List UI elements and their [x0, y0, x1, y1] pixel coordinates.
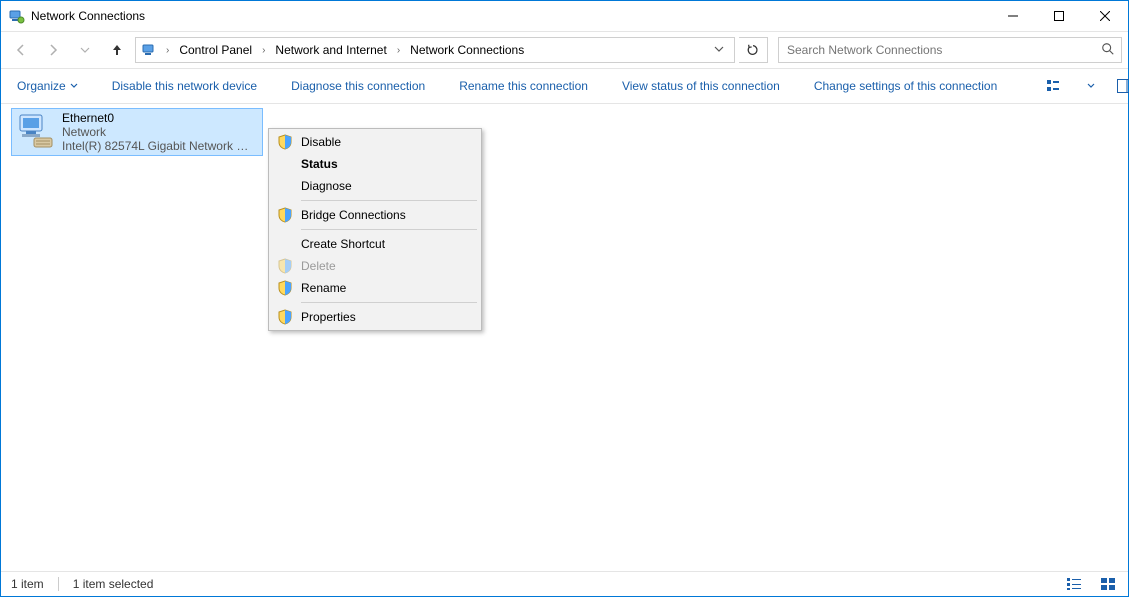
- refresh-button[interactable]: [739, 37, 768, 63]
- search-box[interactable]: [778, 37, 1122, 63]
- large-icons-view-button[interactable]: [1098, 575, 1118, 593]
- recent-dropdown[interactable]: [71, 36, 99, 64]
- adapter-text: Ethernet0 Network Intel(R) 82574L Gigabi…: [62, 111, 252, 153]
- shield-icon: [277, 207, 293, 223]
- organize-label: Organize: [17, 79, 66, 93]
- forward-button[interactable]: [39, 36, 67, 64]
- maximize-button[interactable]: [1036, 1, 1082, 31]
- diagnose-button[interactable]: Diagnose this connection: [285, 75, 431, 97]
- back-button[interactable]: [7, 36, 35, 64]
- ctx-diagnose[interactable]: Diagnose: [271, 175, 479, 197]
- ctx-bridge[interactable]: Bridge Connections: [271, 204, 479, 226]
- details-view-button[interactable]: [1064, 575, 1084, 593]
- ctx-separator: [301, 229, 477, 230]
- organize-menu[interactable]: Organize: [11, 75, 84, 97]
- adapter-item[interactable]: Ethernet0 Network Intel(R) 82574L Gigabi…: [11, 108, 263, 156]
- ctx-rename-label: Rename: [301, 281, 346, 295]
- ctx-separator: [301, 200, 477, 201]
- status-selected-count: 1 item selected: [73, 577, 154, 591]
- ctx-disable[interactable]: Disable: [271, 131, 479, 153]
- search-icon[interactable]: [1101, 42, 1115, 59]
- navigation-bar: › Control Panel › Network and Internet ›…: [1, 31, 1128, 69]
- breadcrumb-control-panel[interactable]: Control Panel: [175, 41, 256, 59]
- view-status-button[interactable]: View status of this connection: [616, 75, 786, 97]
- status-bar: 1 item 1 item selected: [1, 571, 1128, 596]
- close-button[interactable]: [1082, 1, 1128, 31]
- shield-icon: [277, 280, 293, 296]
- search-input[interactable]: [785, 42, 1101, 58]
- breadcrumb-network-connections[interactable]: Network Connections: [406, 41, 528, 59]
- content-area[interactable]: Ethernet0 Network Intel(R) 82574L Gigabi…: [1, 104, 1128, 571]
- change-settings-button[interactable]: Change settings of this connection: [808, 75, 1003, 97]
- address-dropdown[interactable]: [708, 43, 730, 57]
- up-button[interactable]: [103, 36, 131, 64]
- preview-pane-button[interactable]: [1117, 74, 1129, 98]
- ctx-delete: Delete: [271, 255, 479, 277]
- ctx-separator: [301, 302, 477, 303]
- app-icon: [9, 8, 25, 24]
- ctx-bridge-label: Bridge Connections: [301, 208, 406, 222]
- chevron-down-icon: [70, 82, 78, 90]
- adapter-network: Network: [62, 125, 252, 139]
- shield-icon: [277, 309, 293, 325]
- status-item-count: 1 item: [11, 577, 44, 591]
- chevron-right-icon[interactable]: ›: [162, 45, 173, 56]
- ctx-delete-label: Delete: [301, 259, 336, 273]
- adapter-device: Intel(R) 82574L Gigabit Network C...: [62, 139, 252, 153]
- ctx-status[interactable]: Status: [271, 153, 479, 175]
- ctx-create-shortcut-label: Create Shortcut: [301, 237, 385, 251]
- command-bar: Organize Disable this network device Dia…: [1, 69, 1128, 104]
- ctx-properties[interactable]: Properties: [271, 306, 479, 328]
- ctx-create-shortcut[interactable]: Create Shortcut: [271, 233, 479, 255]
- window-title: Network Connections: [31, 9, 145, 23]
- rename-button[interactable]: Rename this connection: [453, 75, 594, 97]
- location-icon: [142, 42, 158, 58]
- disable-device-button[interactable]: Disable this network device: [106, 75, 263, 97]
- chevron-right-icon[interactable]: ›: [393, 45, 404, 56]
- ctx-rename[interactable]: Rename: [271, 277, 479, 299]
- title-bar: Network Connections: [1, 1, 1128, 31]
- ctx-status-label: Status: [301, 157, 338, 171]
- chevron-right-icon[interactable]: ›: [258, 45, 269, 56]
- breadcrumb-network-internet[interactable]: Network and Internet: [271, 41, 390, 59]
- shield-icon: [277, 258, 293, 274]
- context-menu: Disable Status Diagnose Bridge Connectio…: [268, 128, 482, 331]
- view-dropdown[interactable]: [1087, 74, 1095, 98]
- adapter-icon: [16, 111, 56, 151]
- ctx-properties-label: Properties: [301, 310, 356, 324]
- minimize-button[interactable]: [990, 1, 1036, 31]
- ctx-disable-label: Disable: [301, 135, 341, 149]
- address-bar[interactable]: › Control Panel › Network and Internet ›…: [135, 37, 735, 63]
- status-separator: [58, 577, 59, 591]
- view-options-button[interactable]: [1047, 74, 1065, 98]
- adapter-name: Ethernet0: [62, 111, 252, 125]
- window-root: Network Connections: [0, 0, 1129, 597]
- shield-icon: [277, 134, 293, 150]
- ctx-diagnose-label: Diagnose: [301, 179, 352, 193]
